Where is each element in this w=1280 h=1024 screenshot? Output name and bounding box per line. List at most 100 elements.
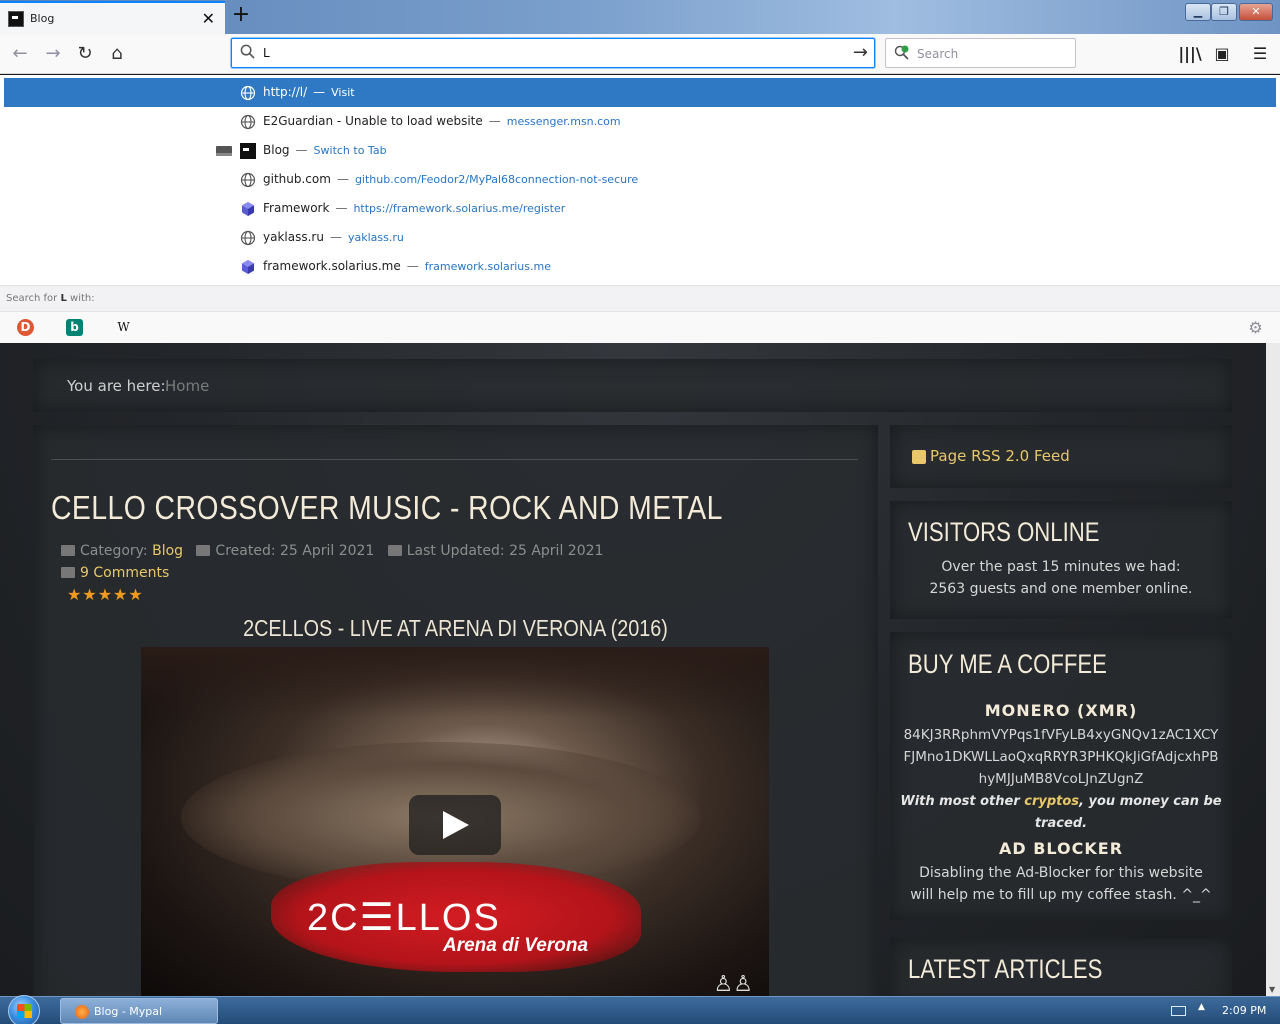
search-bar[interactable]: Search: [885, 38, 1076, 68]
adblock-heading: AD BLOCKER: [998, 839, 1124, 858]
globe-icon: [240, 114, 256, 130]
article-title[interactable]: CELLO CROSSOVER MUSIC - ROCK AND METAL: [51, 489, 723, 527]
site-favicon-icon: [240, 143, 256, 159]
breadcrumb: You are here: Home: [33, 359, 1232, 412]
video-title: 2CELLOS - LIVE AT ARENA DI VERONA (2016): [243, 615, 668, 641]
coffee-panel: BUY ME A COFFEE MONERO (XMR) 84KJ3RRphmV…: [890, 632, 1232, 920]
tab-close-icon[interactable]: ✕: [202, 9, 215, 28]
switch-to-tab-icon: [216, 146, 232, 156]
monero-heading: MONERO (XMR): [984, 701, 1138, 720]
maximize-button[interactable]: ❐: [1211, 3, 1237, 21]
cube-icon: [242, 202, 254, 216]
figures-icon: ♙♙: [713, 972, 753, 996]
comments-link[interactable]: 9 Comments: [61, 565, 169, 581]
back-button[interactable]: ←: [8, 42, 32, 66]
autocomplete-title: Framework — https://framework.solarius.me/…: [263, 201, 566, 215]
mypal-icon: [75, 1005, 89, 1019]
video-thumbnail-sky: [141, 647, 769, 717]
autocomplete-row[interactable]: E2Guardian - Unable to load website — mess…: [4, 107, 1276, 136]
scroll-down-icon[interactable]: ▼: [1269, 985, 1275, 994]
start-button[interactable]: [8, 995, 40, 1024]
autocomplete-title: yaklass.ru — yaklass.ru: [263, 230, 404, 244]
new-tab-button[interactable]: +: [229, 4, 253, 28]
latest-articles-panel: LATEST ARTICLES: [890, 938, 1232, 996]
globe-icon: [240, 85, 256, 101]
created-date: Created: 25 April 2021: [215, 543, 375, 559]
video-logo-subtitle: Arena di Verona: [443, 935, 589, 956]
menu-icon[interactable]: ☰: [1248, 42, 1272, 66]
visitors-line-1: Over the past 15 minutes we had:: [941, 559, 1181, 575]
crypto-note: With most other cryptos, you money can b…: [900, 794, 1222, 831]
search-engine-icon: [894, 45, 909, 60]
autocomplete-row[interactable]: Blog — Switch to Tab: [4, 136, 1276, 165]
folder-icon: [61, 545, 75, 556]
autocomplete-row[interactable]: github.com — github.com/Feodor2/MyPal68con…: [4, 165, 1276, 194]
globe-icon: [240, 172, 256, 188]
comment-icon: [61, 567, 75, 578]
taskbar-item-blog[interactable]: Blog - Mypal: [60, 998, 218, 1024]
globe-icon: [240, 230, 256, 246]
divider: [51, 459, 858, 460]
navigation-toolbar: ← → ↻ ⌂ L → Search |||\ ▣ ☰: [0, 34, 1280, 74]
clock[interactable]: 2:09 PM: [1222, 1004, 1266, 1017]
rating-stars[interactable]: ★★★★★: [67, 585, 144, 604]
rss-icon: [912, 450, 926, 464]
video-player[interactable]: 2C☰LLOS Arena di Verona ♙♙: [141, 647, 769, 996]
search-input[interactable]: Search: [917, 47, 958, 61]
autocomplete-row[interactable]: http://l/— Visit: [4, 78, 1276, 107]
reload-button[interactable]: ↻: [73, 42, 97, 66]
monero-address: 84KJ3RRphmVYPqs1fVFyLB4xyGNQv1zAC1XCYFJM…: [903, 727, 1219, 787]
taskbar: Blog - Mypal ▲ 2:09 PM: [0, 995, 1280, 1024]
adblock-text: Disabling the Ad-Blocker for this websit…: [910, 865, 1212, 903]
video-logo: 2C☰LLOS: [307, 897, 501, 939]
close-window-button[interactable]: ✕: [1239, 3, 1273, 21]
breadcrumb-label: You are here:: [67, 377, 166, 395]
autocomplete-row[interactable]: framework.solarius.me — framework.solarius…: [4, 252, 1276, 281]
tray-expand-icon[interactable]: ▲: [1198, 1002, 1205, 1012]
rss-feed-link[interactable]: Page RSS 2.0 Feed: [930, 447, 1070, 465]
autocomplete-title: github.com — github.com/Feodor2/MyPal68con…: [263, 172, 639, 186]
windows-logo-icon: [17, 1004, 32, 1018]
url-input[interactable]: L: [263, 46, 270, 60]
calendar-icon: [387, 545, 402, 556]
web-page: You are here: Home CELLO CROSSOVER MUSIC…: [0, 343, 1266, 996]
search-icon: [240, 44, 255, 59]
article-meta: Category: Blog Created: 25 April 2021 La…: [61, 543, 603, 559]
autocomplete-row[interactable]: Framework — https://framework.solarius.me/…: [4, 194, 1276, 223]
forward-button[interactable]: →: [41, 42, 65, 66]
visitors-line-2: 2563 guests and one member online.: [929, 581, 1193, 597]
rss-panel: Page RSS 2.0 Feed: [890, 425, 1232, 488]
home-button[interactable]: ⌂: [105, 42, 129, 66]
autocomplete-row[interactable]: yaklass.ru — yaklass.ru: [4, 223, 1276, 252]
autocomplete-title: http://l/— Visit: [263, 85, 355, 99]
category-link[interactable]: Blog: [152, 543, 183, 559]
play-button-icon[interactable]: [409, 795, 501, 855]
latest-articles-heading: LATEST ARTICLES: [908, 954, 1103, 984]
minimize-button[interactable]: ▁: [1185, 3, 1211, 21]
updated-date: Last Updated: 25 April 2021: [406, 543, 604, 559]
go-arrow-icon[interactable]: →: [853, 42, 868, 63]
breadcrumb-home-link[interactable]: Home: [165, 377, 209, 395]
library-icon[interactable]: |||\: [1178, 42, 1202, 66]
url-bar[interactable]: L →: [231, 38, 875, 68]
article: CELLO CROSSOVER MUSIC - ROCK AND METAL C…: [33, 425, 878, 996]
wikipedia-icon[interactable]: W: [115, 319, 132, 336]
cube-icon: [242, 260, 254, 274]
tab-blog[interactable]: Blog ✕: [0, 1, 225, 34]
duckduckgo-icon[interactable]: D: [17, 319, 34, 336]
keyboard-icon[interactable]: [1171, 1006, 1186, 1016]
tab-bar: Blog ✕ + ▁ ❐ ✕: [0, 0, 1280, 34]
bing-icon[interactable]: b: [66, 319, 83, 336]
autocomplete-title: framework.solarius.me — framework.solarius…: [263, 259, 551, 273]
sidebar-icon[interactable]: ▣: [1210, 42, 1234, 66]
search-settings-gear-icon[interactable]: ⚙: [1247, 319, 1264, 336]
visitors-heading: VISITORS ONLINE: [908, 517, 1100, 547]
autocomplete-title: Blog — Switch to Tab: [263, 143, 387, 157]
search-for-label: Search for L with:: [0, 285, 1280, 311]
autocomplete-title: E2Guardian - Unable to load website — mess…: [263, 114, 621, 128]
visitors-panel: VISITORS ONLINE Over the past 15 minutes…: [890, 501, 1232, 619]
coffee-heading: BUY ME A COFFEE: [908, 649, 1107, 679]
taskbar-item-label: Blog - Mypal: [94, 1005, 163, 1018]
page-scrollbar[interactable]: ▼: [1266, 343, 1280, 996]
one-off-search-engines: D b W ⚙: [0, 311, 1280, 343]
